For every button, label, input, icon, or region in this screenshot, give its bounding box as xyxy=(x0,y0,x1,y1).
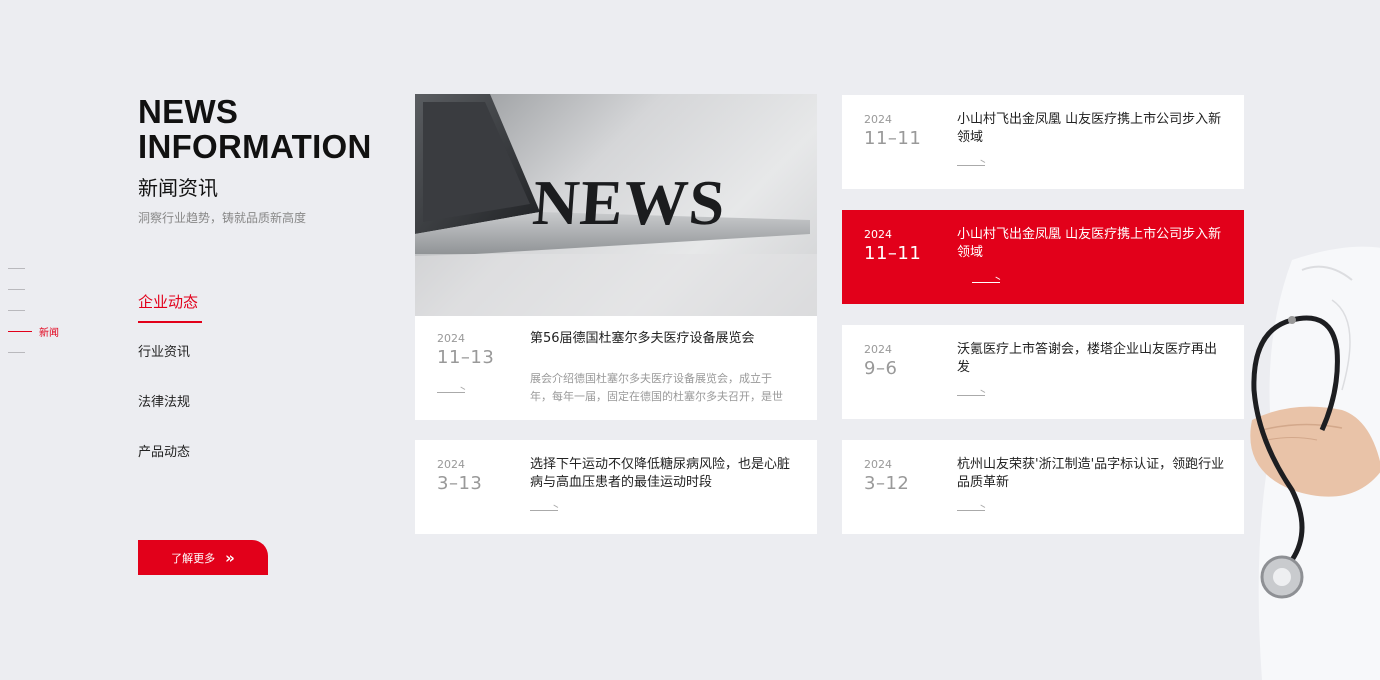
heading-en-line1: NEWS xyxy=(138,93,239,130)
category-active-underline xyxy=(138,321,202,323)
news-date: 2024 9–6 xyxy=(864,343,897,379)
news-card[interactable]: 2024 11–11 小山村飞出金凤凰 山友医疗携上市公司步入新领域 xyxy=(842,95,1244,189)
news-image-lettering: NEWS xyxy=(530,167,729,238)
heading-en-line2: INFORMATION xyxy=(138,128,372,165)
news-title[interactable]: 第56届德国杜塞尔多夫医疗设备展览会 xyxy=(530,330,802,348)
news-date: 2024 3–13 xyxy=(437,458,482,494)
arrow-right-icon[interactable] xyxy=(957,504,987,514)
pager-dot[interactable] xyxy=(8,279,78,300)
news-title[interactable]: 小山村飞出金凤凰 山友医疗携上市公司步入新领域 xyxy=(957,111,1229,147)
section-heading: NEWS INFORMATION 新闻资讯 洞察行业趋势，铸就品质新高度 xyxy=(138,94,372,226)
category-label: 企业动态 xyxy=(138,293,199,311)
news-year: 2024 xyxy=(864,458,892,471)
pager-dot-active[interactable]: 新闻 xyxy=(8,321,78,342)
news-title[interactable]: 选择下午运动不仅降低糖尿病风险，也是心脏病与高血压患者的最佳运动时段 xyxy=(530,456,802,492)
news-card-active[interactable]: 2024 11–11 小山村飞出金凤凰 山友医疗携上市公司步入新领域 xyxy=(842,210,1244,304)
news-month-day: 9–6 xyxy=(864,358,898,379)
category-item-product[interactable]: 产品动态 xyxy=(138,440,258,490)
news-title[interactable]: 小山村飞出金凤凰 山友医疗携上市公司步入新领域 xyxy=(957,226,1229,262)
news-card[interactable]: 2024 9–6 沃氪医疗上市答谢会，楼塔企业山友医疗再出发 xyxy=(842,325,1244,419)
category-item-industry[interactable]: 行业资讯 xyxy=(138,340,258,390)
news-date: 2024 3–12 xyxy=(864,458,909,494)
news-title[interactable]: 沃氪医疗上市答谢会，楼塔企业山友医疗再出发 xyxy=(957,341,1229,377)
news-date: 2024 11–11 xyxy=(864,113,921,149)
heading-subtitle: 洞察行业趋势，铸就品质新高度 xyxy=(138,211,307,225)
arrow-right-icon[interactable] xyxy=(437,386,467,396)
category-menu: 企业动态 行业资讯 法律法规 产品动态 xyxy=(138,290,258,490)
news-month-day: 3–12 xyxy=(864,473,910,494)
arrow-right-icon[interactable] xyxy=(957,159,987,169)
pager-active-label: 新闻 xyxy=(39,328,59,339)
arrow-right-icon[interactable] xyxy=(972,276,1002,286)
feature-news-card[interactable]: NEWS 2024 11–13 第56届德国杜塞尔多夫医疗设备展览会 展会介绍德… xyxy=(415,94,817,420)
category-item-company[interactable]: 企业动态 xyxy=(138,290,258,340)
pager-dot[interactable] xyxy=(8,342,78,363)
arrow-right-icon[interactable] xyxy=(530,504,560,514)
side-pager: 新闻 xyxy=(8,258,78,363)
pager-dot[interactable] xyxy=(8,258,78,279)
news-month-day: 11–11 xyxy=(864,128,922,149)
news-month-day: 11–13 xyxy=(437,347,495,368)
news-year: 2024 xyxy=(437,458,465,471)
news-year: 2024 xyxy=(864,113,892,126)
news-month-day: 11–11 xyxy=(864,243,922,264)
news-summary: 展会介绍德国杜塞尔多夫医疗设备展览会，成立于年，每年一届，固定在德国的杜塞尔多夫… xyxy=(530,372,783,403)
news-card[interactable]: 2024 3–12 杭州山友荣获'浙江制造'品字标认证，领跑行业品质革新 xyxy=(842,440,1244,534)
doctor-stethoscope-image xyxy=(1232,240,1380,680)
news-date: 2024 11–11 xyxy=(864,228,921,264)
heading-cn: 新闻资讯 xyxy=(138,176,218,200)
category-item-law[interactable]: 法律法规 xyxy=(138,390,258,440)
news-feature-image: NEWS xyxy=(415,94,817,316)
arrow-right-icon[interactable] xyxy=(957,389,987,399)
news-year: 2024 xyxy=(864,343,892,356)
news-year: 2024 xyxy=(864,228,892,241)
news-card[interactable]: 2024 3–13 选择下午运动不仅降低糖尿病风险，也是心脏病与高血压患者的最佳… xyxy=(415,440,817,534)
learn-more-button[interactable]: 了解更多 » xyxy=(138,540,268,575)
news-year: 2024 xyxy=(437,332,465,345)
double-chevron-right-icon: » xyxy=(225,548,235,567)
learn-more-label: 了解更多 xyxy=(171,551,216,565)
news-title[interactable]: 杭州山友荣获'浙江制造'品字标认证，领跑行业品质革新 xyxy=(957,456,1229,492)
pager-dot[interactable] xyxy=(8,300,78,321)
news-month-day: 3–13 xyxy=(437,473,483,494)
news-date: 2024 11–13 xyxy=(437,332,494,368)
